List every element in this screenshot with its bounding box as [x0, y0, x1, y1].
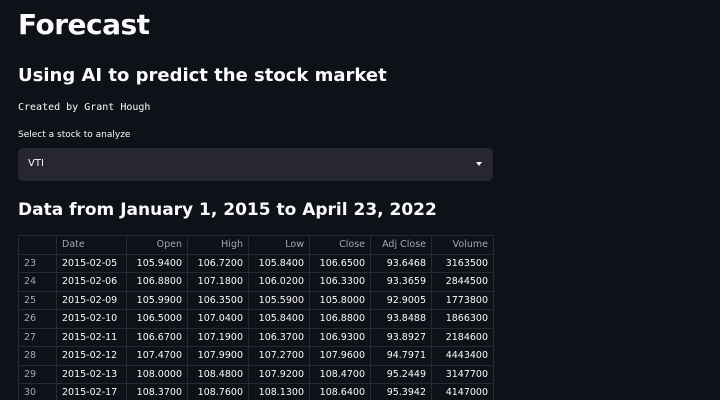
cell-open: 105.9400: [126, 253, 188, 273]
cell-volume: 2184600: [431, 327, 494, 347]
cell-open: 106.6700: [126, 327, 188, 347]
cell-date: 2015-02-05: [56, 253, 127, 273]
cell-low: 107.2700: [248, 346, 310, 366]
cell-high: 108.7600: [187, 383, 249, 400]
cell-close: 106.8800: [309, 309, 371, 329]
app-page: Forecast Using AI to predict the stock m…: [0, 0, 720, 400]
stock-data-table[interactable]: Date Open High Low Close Adj Close Volum…: [18, 235, 494, 400]
cell-volume: 3147700: [431, 364, 494, 384]
column-header-close[interactable]: Close: [309, 235, 371, 255]
column-header-low[interactable]: Low: [248, 235, 310, 255]
cell-open: 106.5000: [126, 309, 188, 329]
cell-adj-close: 93.8488: [370, 309, 432, 329]
cell-high: 108.4800: [187, 364, 249, 384]
table-row: 28 2015-02-12 107.4700 107.9900 107.2700…: [18, 346, 494, 366]
cell-high: 107.0400: [187, 309, 249, 329]
row-index: 26: [18, 309, 57, 329]
cell-close: 106.6500: [309, 253, 371, 273]
table-row: 26 2015-02-10 106.5000 107.0400 105.8400…: [18, 309, 494, 329]
cell-adj-close: 92.9005: [370, 290, 432, 310]
cell-open: 107.4700: [126, 346, 188, 366]
cell-low: 107.9200: [248, 364, 310, 384]
author-credit: Created by Grant Hough: [18, 102, 151, 113]
cell-high: 107.9900: [187, 346, 249, 366]
row-index: 23: [18, 253, 57, 273]
chevron-down-icon[interactable]: [476, 162, 482, 166]
cell-low: 106.0200: [248, 272, 310, 292]
row-index: 30: [18, 383, 57, 400]
cell-open: 106.8800: [126, 272, 188, 292]
table-row: 23 2015-02-05 105.9400 106.7200 105.8400…: [18, 253, 494, 273]
cell-date: 2015-02-17: [56, 383, 127, 400]
column-header-date[interactable]: Date: [56, 235, 127, 255]
cell-close: 107.9600: [309, 346, 371, 366]
page-title: Forecast: [18, 8, 150, 41]
cell-volume: 4147000: [431, 383, 494, 400]
cell-high: 107.1800: [187, 272, 249, 292]
cell-adj-close: 93.8927: [370, 327, 432, 347]
row-index: 25: [18, 290, 57, 310]
stock-select-value: VTI: [28, 158, 44, 169]
cell-close: 108.4700: [309, 364, 371, 384]
cell-date: 2015-02-11: [56, 327, 127, 347]
cell-adj-close: 95.2449: [370, 364, 432, 384]
cell-volume: 4443400: [431, 346, 494, 366]
cell-adj-close: 94.7971: [370, 346, 432, 366]
data-range-heading: Data from January 1, 2015 to April 23, 2…: [18, 200, 437, 220]
column-header-adj-close[interactable]: Adj Close: [370, 235, 432, 255]
table-row: 27 2015-02-11 106.6700 107.1900 106.3700…: [18, 327, 494, 347]
cell-date: 2015-02-06: [56, 272, 127, 292]
cell-volume: 1773800: [431, 290, 494, 310]
page-subtitle: Using AI to predict the stock market: [18, 65, 387, 86]
row-index: 29: [18, 364, 57, 384]
cell-adj-close: 93.6468: [370, 253, 432, 273]
table-row: 29 2015-02-13 108.0000 108.4800 107.9200…: [18, 364, 494, 384]
cell-high: 106.3500: [187, 290, 249, 310]
table-row: 25 2015-02-09 105.9900 106.3500 105.5900…: [18, 290, 494, 310]
cell-open: 108.3700: [126, 383, 188, 400]
row-index: 28: [18, 346, 57, 366]
cell-volume: 3163500: [431, 253, 494, 273]
cell-low: 105.8400: [248, 309, 310, 329]
stock-select[interactable]: VTI: [18, 148, 493, 181]
cell-close: 106.9300: [309, 327, 371, 347]
cell-low: 105.8400: [248, 253, 310, 273]
table-row: 24 2015-02-06 106.8800 107.1800 106.0200…: [18, 272, 494, 292]
cell-date: 2015-02-10: [56, 309, 127, 329]
column-header-volume[interactable]: Volume: [431, 235, 494, 255]
cell-date: 2015-02-13: [56, 364, 127, 384]
cell-close: 108.6400: [309, 383, 371, 400]
table-row: 30 2015-02-17 108.3700 108.7600 108.1300…: [18, 383, 494, 400]
cell-low: 106.3700: [248, 327, 310, 347]
cell-close: 105.8000: [309, 290, 371, 310]
cell-adj-close: 93.3659: [370, 272, 432, 292]
cell-date: 2015-02-09: [56, 290, 127, 310]
cell-high: 106.7200: [187, 253, 249, 273]
stock-select-label: Select a stock to analyze: [18, 130, 131, 140]
table-header-row: Date Open High Low Close Adj Close Volum…: [18, 235, 494, 255]
cell-close: 106.3300: [309, 272, 371, 292]
cell-volume: 2844500: [431, 272, 494, 292]
column-header-open[interactable]: Open: [126, 235, 188, 255]
cell-date: 2015-02-12: [56, 346, 127, 366]
column-header-index[interactable]: [18, 235, 57, 255]
row-index: 24: [18, 272, 57, 292]
cell-high: 107.1900: [187, 327, 249, 347]
cell-low: 108.1300: [248, 383, 310, 400]
cell-open: 105.9900: [126, 290, 188, 310]
cell-open: 108.0000: [126, 364, 188, 384]
column-header-high[interactable]: High: [187, 235, 249, 255]
row-index: 27: [18, 327, 57, 347]
cell-low: 105.5900: [248, 290, 310, 310]
cell-volume: 1866300: [431, 309, 494, 329]
cell-adj-close: 95.3942: [370, 383, 432, 400]
